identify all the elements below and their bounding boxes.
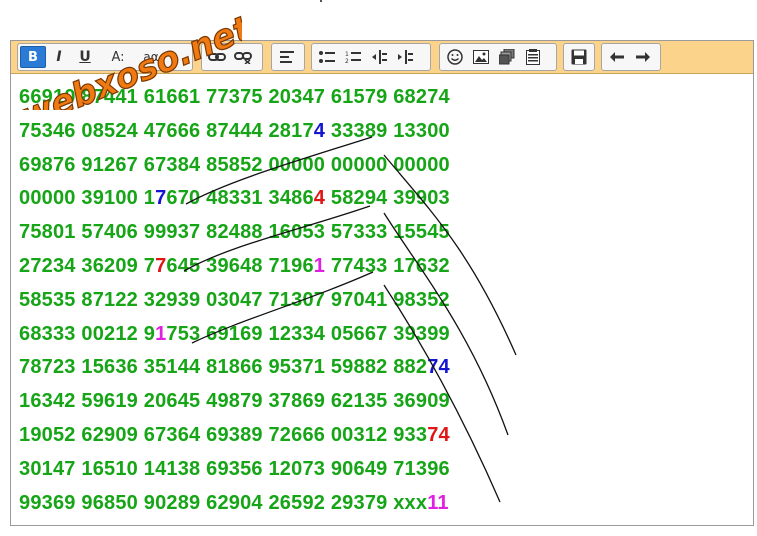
insert-group bbox=[439, 43, 557, 71]
number-text: 670 48331 3486 bbox=[166, 187, 314, 210]
underline-icon: U bbox=[79, 49, 91, 65]
smiley-icon bbox=[447, 49, 463, 65]
highlighted-digits: 1 bbox=[155, 322, 167, 345]
number-text: 58535 87122 32939 03047 71307 97041 9835… bbox=[19, 288, 450, 311]
align-left-icon bbox=[280, 51, 294, 63]
gallery-button[interactable] bbox=[494, 46, 520, 68]
highlighted-digits: 7 bbox=[155, 255, 167, 277]
highlighted-digits: 1 bbox=[313, 255, 326, 277]
number-text: 645 39648 7196 bbox=[166, 255, 314, 277]
link-button[interactable] bbox=[204, 46, 230, 68]
highlighted-digits: 74 bbox=[427, 424, 450, 446]
italic-icon: I bbox=[56, 49, 62, 65]
number-text: 58294 39903 bbox=[325, 187, 450, 210]
number-row: 68333 00212 91753 69169 12334 05667 3939… bbox=[19, 317, 450, 351]
indent-icon bbox=[398, 50, 413, 64]
number-text: 77433 17632 bbox=[325, 255, 450, 277]
number-text: 30147 16510 14138 69356 12073 90649 7139… bbox=[19, 457, 450, 480]
highlighted-digits: 11 bbox=[427, 491, 449, 514]
image-button[interactable] bbox=[468, 46, 494, 68]
number-text: 27234 36209 7 bbox=[19, 255, 156, 277]
align-group bbox=[271, 43, 305, 71]
rich-text-editor[interactable]: B I U A: aα 12 66910 87441 61661 77375 2… bbox=[10, 40, 754, 526]
number-text: 75346 08524 47666 87444 2817 bbox=[19, 119, 314, 142]
number-row: 66910 87441 61661 77375 20347 61579 6827… bbox=[19, 80, 450, 114]
number-row: 00000 39100 17670 48331 34864 58294 3990… bbox=[19, 181, 450, 215]
indent-button[interactable] bbox=[392, 46, 418, 68]
gallery-icon bbox=[499, 49, 515, 65]
case-icon: aα bbox=[143, 50, 159, 64]
bullet-list-button[interactable] bbox=[314, 46, 340, 68]
font-size-icon: A: bbox=[111, 49, 125, 65]
highlighted-digits: 4 bbox=[313, 187, 326, 210]
number-text: 99369 96850 90289 62904 26592 29379 xxx bbox=[19, 491, 428, 514]
paste-button[interactable] bbox=[520, 46, 546, 68]
number-row: 99369 96850 90289 62904 26592 29379 xxx1… bbox=[19, 486, 449, 520]
emoji-button[interactable] bbox=[442, 46, 468, 68]
outdent-button[interactable] bbox=[366, 46, 392, 68]
number-row: 78723 15636 35144 81866 95371 59882 8827… bbox=[19, 350, 450, 384]
redo-button[interactable] bbox=[630, 46, 656, 68]
number-text: 16342 59619 20645 49879 37869 62135 3690… bbox=[19, 390, 450, 413]
number-row: 75346 08524 47666 87444 28174 33389 1330… bbox=[19, 114, 450, 148]
link-icon bbox=[208, 53, 226, 61]
number-row: 30147 16510 14138 69356 12073 90649 7139… bbox=[19, 452, 450, 486]
number-text: 19052 62909 67364 69389 72666 00312 933 bbox=[19, 424, 428, 446]
number-row: 27234 36209 77645 39648 71961 77433 1763… bbox=[19, 249, 450, 283]
paste-icon bbox=[526, 49, 540, 65]
number-row: 75801 57406 99937 82488 16053 57333 1554… bbox=[19, 215, 450, 249]
number-text: 753 69169 12334 05667 39399 bbox=[166, 322, 450, 345]
unlink-icon bbox=[234, 52, 252, 64]
italic-button[interactable]: I bbox=[46, 46, 72, 68]
svg-text:2: 2 bbox=[345, 58, 349, 64]
file-group bbox=[563, 43, 595, 71]
highlighted-digits: 4 bbox=[313, 119, 326, 142]
font-size-button[interactable]: A: bbox=[98, 46, 138, 68]
bold-button[interactable]: B bbox=[20, 46, 46, 68]
save-icon bbox=[571, 49, 587, 65]
stray-dot bbox=[320, 0, 322, 2]
numbered-list-icon: 12 bbox=[345, 51, 361, 64]
case-button[interactable]: aα bbox=[138, 46, 164, 68]
redo-icon bbox=[636, 52, 650, 62]
number-text: 66910 87441 61661 77375 20347 61579 6827… bbox=[19, 86, 450, 108]
align-left-button[interactable] bbox=[274, 46, 300, 68]
number-text: 69876 91267 67384 85852 00000 00000 0000… bbox=[19, 153, 450, 176]
bold-icon: B bbox=[28, 49, 38, 65]
number-row: 19052 62909 67364 69389 72666 00312 9337… bbox=[19, 418, 450, 452]
number-text: 78723 15636 35144 81866 95371 59882 882 bbox=[19, 356, 428, 379]
number-text: 68333 00212 9 bbox=[19, 322, 156, 345]
number-row: 69876 91267 67384 85852 00000 00000 0000… bbox=[19, 148, 450, 182]
number-row: 58535 87122 32939 03047 71307 97041 9835… bbox=[19, 283, 450, 317]
image-icon bbox=[473, 50, 489, 64]
bullet-list-icon bbox=[319, 51, 335, 63]
list-group: 12 bbox=[311, 43, 431, 71]
number-text: 33389 13300 bbox=[325, 119, 450, 142]
format-group: B I U A: aα bbox=[17, 43, 193, 71]
undo-button[interactable] bbox=[604, 46, 630, 68]
highlighted-digits: 7 bbox=[155, 187, 167, 210]
svg-text:1: 1 bbox=[345, 51, 349, 58]
undo-icon bbox=[610, 52, 624, 62]
unlink-button[interactable] bbox=[230, 46, 256, 68]
link-group bbox=[201, 43, 263, 71]
underline-button[interactable]: U bbox=[72, 46, 98, 68]
outdent-icon bbox=[372, 50, 387, 64]
editor-toolbar: B I U A: aα 12 bbox=[11, 41, 753, 74]
number-text: 75801 57406 99937 82488 16053 57333 1554… bbox=[19, 221, 450, 244]
save-button[interactable] bbox=[566, 46, 592, 68]
number-text: 00000 39100 1 bbox=[19, 187, 156, 210]
numbered-list-button[interactable]: 12 bbox=[340, 46, 366, 68]
highlighted-digits: 74 bbox=[427, 356, 450, 379]
editor-content[interactable]: 66910 87441 61661 77375 20347 61579 6827… bbox=[11, 73, 753, 525]
history-group bbox=[601, 43, 661, 71]
number-row: 16342 59619 20645 49879 37869 62135 3690… bbox=[19, 384, 450, 418]
